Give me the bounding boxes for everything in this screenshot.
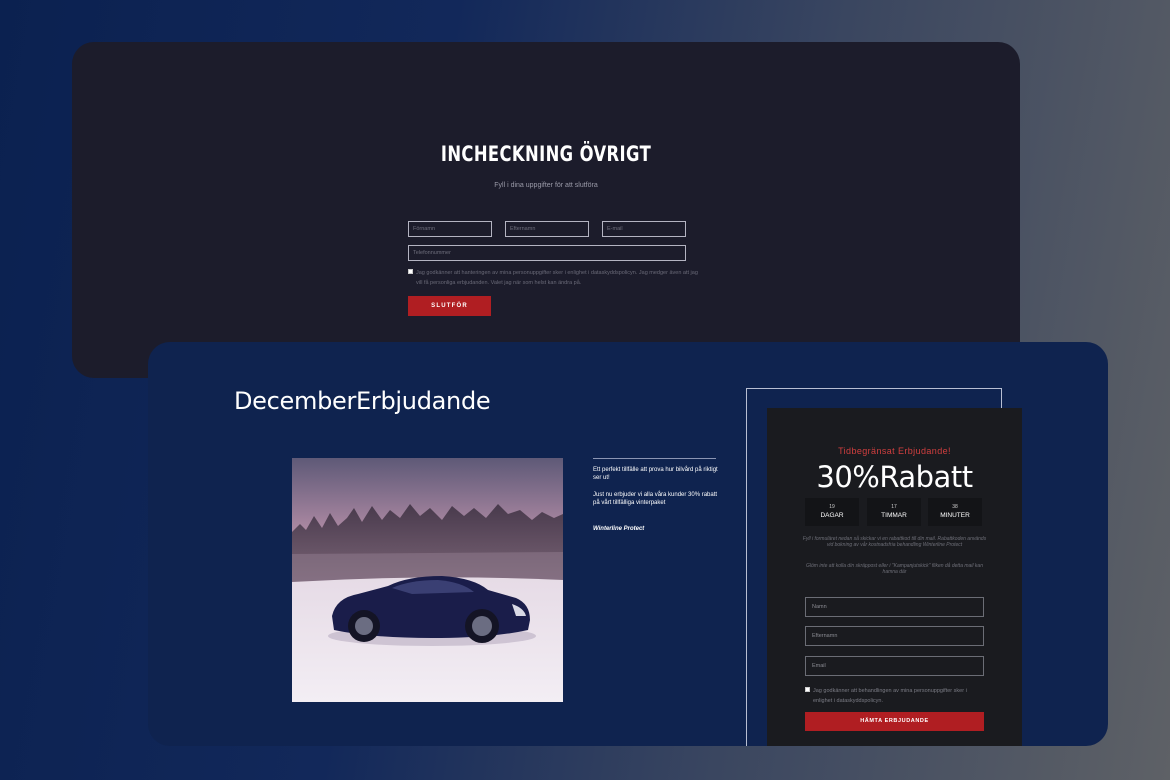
offer-email-input[interactable]: Email <box>805 656 984 676</box>
offer-consent-text: Jag godkänner att behandlingen av mina p… <box>813 688 967 704</box>
countdown-minutes-value: 38 <box>952 504 958 510</box>
campaign-text-2: Just nu erbjuder vi alla våra kunder 30%… <box>593 492 718 506</box>
consent-checkbox[interactable] <box>408 269 413 274</box>
campaign-title: DecemberErbjudande <box>234 387 491 415</box>
offer-text-2: Glöm inte att kolla din skräppost eller … <box>806 563 983 575</box>
divider <box>593 458 716 459</box>
offer-panel: Tidbegränsat Erbjudande! 30%Rabatt 19 DA… <box>767 408 1022 746</box>
countdown-hours: 17 TIMMAR <box>867 498 921 526</box>
get-offer-button[interactable]: HÄMTA ERBJUDANDE <box>805 712 984 731</box>
consent-row: Jag godkänner att hanteringen av mina pe… <box>408 268 698 288</box>
offer-label: Tidbegränsat Erbjudande! <box>838 446 951 456</box>
firstname-input[interactable]: Förnamn <box>408 221 492 237</box>
offer-consent-checkbox[interactable] <box>805 687 810 692</box>
checkin-title: INCHECKNING ÖVRIGT <box>440 142 652 166</box>
offer-headline: 30%Rabatt <box>816 460 973 494</box>
offer-lastname-input[interactable]: Efternamn <box>805 626 984 646</box>
submit-button[interactable]: SLUTFÖR <box>408 296 491 316</box>
countdown-days: 19 DAGAR <box>805 498 859 526</box>
product-name: Winterline Protect <box>593 526 645 532</box>
consent-text: Jag godkänner att hanteringen av mina pe… <box>416 270 698 286</box>
offer-text-1: Fyll i formuläret nedan så skickar vi en… <box>802 536 987 548</box>
countdown-days-value: 19 <box>829 504 835 510</box>
countdown-hours-value: 17 <box>891 504 897 510</box>
countdown-days-unit: DAGAR <box>820 512 844 519</box>
car-photo <box>292 458 563 702</box>
checkin-subtitle: Fyll i dina uppgifter för att slutföra <box>494 182 598 189</box>
email-input[interactable]: E-mail <box>602 221 686 237</box>
offer-consent-row: Jag godkänner att behandlingen av mina p… <box>805 686 987 706</box>
car-photo-illustration <box>292 504 563 702</box>
phone-input[interactable]: Telefonnummer <box>408 245 686 261</box>
offer-name-input[interactable]: Namn <box>805 597 984 617</box>
campaign-text-1: Ett perfekt tillfälle att prova hur bilv… <box>593 467 718 481</box>
countdown-hours-unit: TIMMAR <box>881 512 907 519</box>
countdown-minutes-unit: MINUTER <box>940 512 970 519</box>
checkin-card: INCHECKNING ÖVRIGT Fyll i dina uppgifter… <box>72 42 1020 378</box>
countdown-minutes: 38 MINUTER <box>928 498 982 526</box>
lastname-input[interactable]: Efternamn <box>505 221 589 237</box>
